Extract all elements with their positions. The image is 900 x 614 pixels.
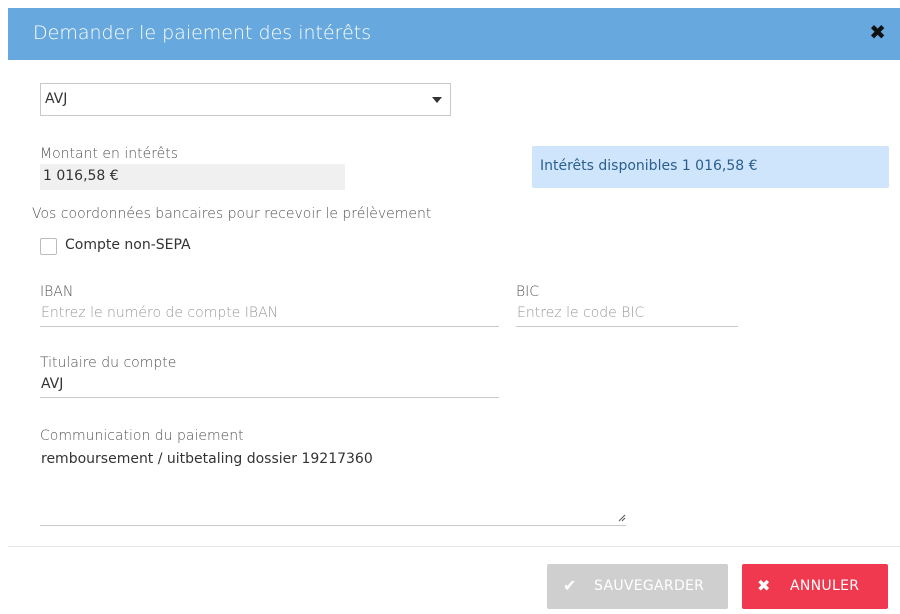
chevron-down-icon (432, 97, 442, 103)
available-interest-info: Intérêts disponibles 1 016,58 € (532, 146, 889, 188)
payment-request-dialog: Demander le paiement des intérêts ✖ AVJ … (0, 0, 900, 614)
bank-section-label: Vos coordonnées bancaires pour recevoir … (32, 206, 432, 222)
iban-input[interactable]: Entrez le numéro de compte IBAN (40, 302, 499, 327)
account-holder-input[interactable]: AVJ (40, 373, 499, 398)
save-button-label: SAUVEGARDER (594, 578, 705, 594)
iban-label: IBAN (40, 284, 74, 300)
cancel-button[interactable]: ✖ ANNULER (742, 564, 888, 609)
available-interest-text: Intérêts disponibles 1 016,58 € (540, 158, 758, 174)
iban-placeholder: Entrez le numéro de compte IBAN (41, 305, 279, 321)
account-holder-label: Titulaire du compte (40, 355, 177, 371)
amount-value: 1 016,58 € (43, 168, 119, 184)
communication-label: Communication du paiement (40, 428, 244, 444)
cancel-button-label: ANNULER (790, 578, 860, 594)
bic-label: BIC (516, 284, 540, 300)
non-sepa-checkbox[interactable] (40, 238, 57, 255)
save-button[interactable]: ✔ SAUVEGARDER (547, 564, 728, 609)
account-holder-value: AVJ (41, 376, 64, 392)
account-select[interactable]: AVJ (40, 83, 451, 116)
communication-textarea[interactable]: remboursement / uitbetaling dossier 1921… (40, 448, 626, 526)
amount-field: 1 016,58 € (40, 164, 345, 190)
non-sepa-label: Compte non-SEPA (65, 237, 191, 253)
close-icon[interactable]: ✖ (869, 20, 886, 44)
account-select-value: AVJ (45, 91, 68, 107)
resize-handle-icon[interactable] (618, 514, 626, 522)
bic-placeholder: Entrez le code BIC (517, 305, 645, 321)
dialog-title: Demander le paiement des intérêts (33, 22, 372, 44)
bic-input[interactable]: Entrez le code BIC (516, 302, 738, 327)
footer-divider (8, 546, 900, 547)
amount-label: Montant en intérêts (40, 146, 179, 162)
close-icon: ✖ (757, 576, 771, 595)
check-icon: ✔ (563, 576, 577, 595)
communication-value: remboursement / uitbetaling dossier 1921… (41, 451, 373, 467)
dialog-header: Demander le paiement des intérêts ✖ (8, 8, 900, 60)
